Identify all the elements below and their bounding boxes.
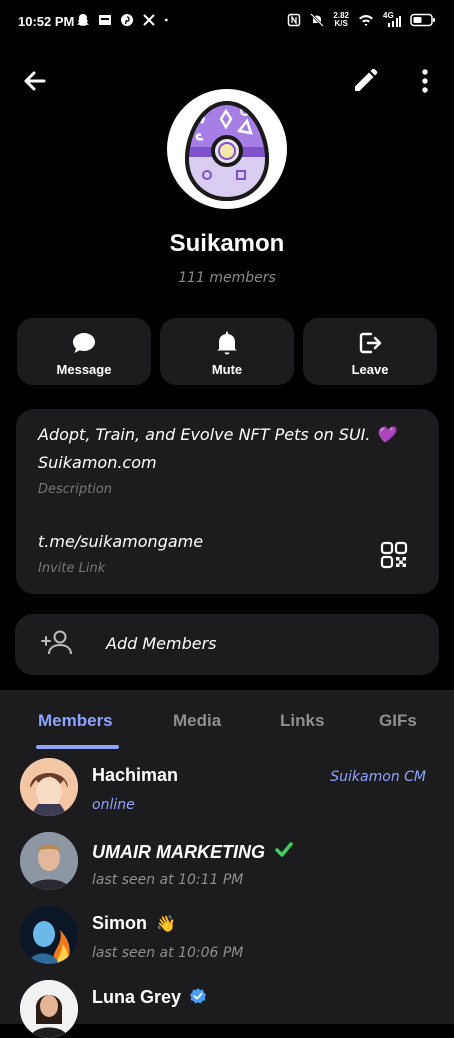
member-role: Suikamon CM <box>330 769 426 785</box>
qr-code-icon[interactable] <box>380 541 408 569</box>
member-status: last seen at 10:11 PM <box>92 872 244 888</box>
leave-button[interactable]: Leave <box>303 318 437 385</box>
tab-members[interactable]: Members <box>38 711 113 731</box>
leave-icon <box>359 332 382 354</box>
net-speed-unit: K/S <box>334 19 348 28</box>
wifi-icon <box>359 15 373 26</box>
avatar[interactable] <box>20 980 78 1038</box>
invite-link-label: Invite Link <box>38 561 106 576</box>
description-line: Adopt, Train, and Evolve NFT Pets on SUI… <box>38 425 396 444</box>
notification-icons <box>76 13 172 27</box>
photo-avatar-icon <box>20 980 78 1038</box>
leave-label: Leave <box>351 362 389 377</box>
member-name-text: Simon <box>92 913 148 933</box>
add-members-label: Add Members <box>106 634 217 653</box>
pinterest-icon <box>121 14 133 26</box>
group-description: Adopt, Train, and Evolve NFT Pets on SUI… <box>38 421 418 477</box>
members-count: 111 members <box>178 270 276 286</box>
member-name[interactable]: Simon 👋 <box>92 913 176 934</box>
status-time: 10:52 PM <box>18 14 75 29</box>
wave-emoji: 👋 <box>156 916 176 933</box>
verified-icon <box>189 987 207 1005</box>
avatar[interactable] <box>20 758 78 816</box>
member-status: last seen at 10:06 PM <box>92 945 244 961</box>
mute-label: Mute <box>211 362 243 377</box>
message-button[interactable]: Message <box>17 318 151 385</box>
mute-bell-icon <box>310 13 325 27</box>
app-icon <box>99 15 111 25</box>
tab-media[interactable]: Media <box>173 711 221 731</box>
fire-avatar-icon <box>20 906 78 964</box>
back-arrow-icon[interactable] <box>20 66 50 96</box>
system-icons: 2.82 K/S 4G <box>287 11 436 28</box>
member-name[interactable]: Luna Grey <box>92 987 207 1008</box>
photo-avatar-icon <box>20 832 78 890</box>
member-name[interactable]: Hachiman <box>92 765 178 786</box>
description-website[interactable]: Suikamon.com <box>38 449 418 477</box>
more-vertical-icon[interactable] <box>410 66 440 96</box>
message-label: Message <box>56 362 112 377</box>
group-title: Suikamon <box>169 230 285 257</box>
net-speed: 2.82 K/S <box>333 12 349 28</box>
avatar[interactable] <box>20 832 78 890</box>
group-avatar[interactable] <box>167 89 287 209</box>
mute-button[interactable]: Mute <box>160 318 294 385</box>
member-name-text: Luna Grey <box>92 987 182 1007</box>
edit-pencil-icon[interactable] <box>350 66 380 96</box>
add-person-icon <box>41 630 72 655</box>
battery-icon <box>410 13 435 27</box>
signal-icon: 4G <box>383 11 401 27</box>
add-members-button[interactable] <box>15 614 439 675</box>
snapchat-icon <box>77 14 89 26</box>
tab-gifs[interactable]: GIFs <box>379 711 417 731</box>
invite-link[interactable]: t.me/suikamongame <box>38 532 203 551</box>
tab-links[interactable]: Links <box>280 711 324 731</box>
egg-logo-icon <box>184 100 270 202</box>
bell-icon <box>217 331 237 355</box>
member-name-text: UMAIR MARKETING <box>92 842 265 862</box>
nfc-icon <box>288 13 301 27</box>
check-badge-icon <box>274 840 294 860</box>
member-name[interactable]: UMAIR MARKETING <box>92 840 294 863</box>
avatar[interactable] <box>20 906 78 964</box>
dot-icon <box>164 18 168 22</box>
x-icon <box>143 14 155 26</box>
description-label: Description <box>38 482 113 497</box>
active-tab-indicator <box>36 745 119 749</box>
status-bar: 10:52 PM 2.82 K/S 4G <box>0 0 454 44</box>
anime-avatar-icon <box>20 758 78 816</box>
member-status: online <box>92 797 135 813</box>
chat-bubble-icon <box>73 333 95 353</box>
